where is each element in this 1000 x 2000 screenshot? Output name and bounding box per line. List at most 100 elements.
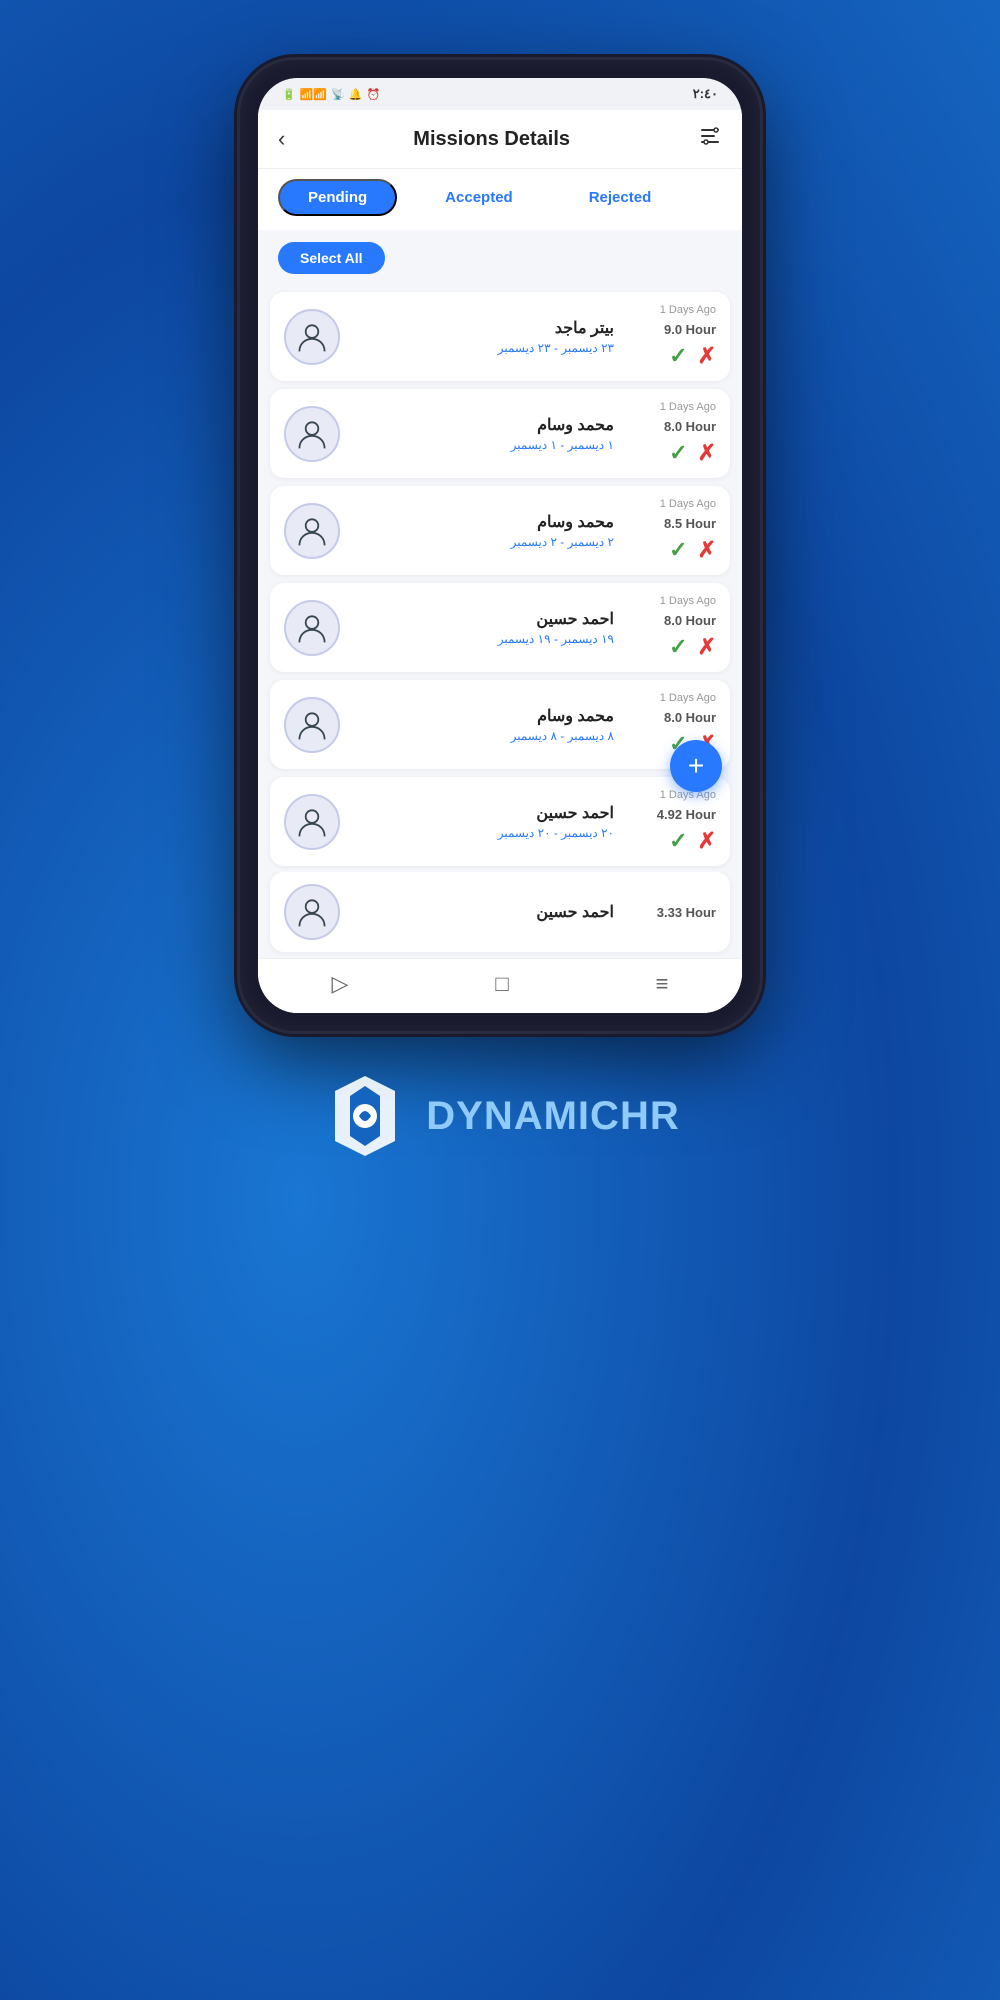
mission-time-ago-2: 1 Days Ago [660, 401, 716, 413]
tab-rejected[interactable]: Rejected [561, 181, 680, 214]
mission-time-ago-1: 1 Days Ago [660, 304, 716, 316]
brand-logo-icon [320, 1071, 410, 1161]
tab-accepted[interactable]: Accepted [417, 181, 541, 214]
mission-actions-1: ✓ ✗ [669, 343, 716, 369]
avatar-1 [284, 309, 340, 365]
bottom-nav: ▷ □ ≡ [258, 958, 742, 1013]
partial-name: احمد حسين [352, 902, 614, 922]
mission-actions-4: ✓ ✗ [669, 634, 716, 660]
avatar-4 [284, 600, 340, 656]
select-all-button[interactable]: Select All [278, 242, 385, 274]
mission-hours-3: 8.5 Hour [664, 516, 716, 531]
partial-card: احمد حسين 3.33 Hour [270, 872, 730, 952]
accept-button-2[interactable]: ✓ [669, 440, 687, 466]
nav-play[interactable]: ▷ [331, 971, 348, 997]
mission-meta-4: 1 Days Ago 8.0 Hour ✓ ✗ [626, 595, 716, 660]
mission-card-5: محمد وسام ٨ ديسمبر - ٨ ديسمبر 1 Days Ago… [270, 680, 730, 769]
phone-frame: 🔋 📶📶 📡 🔔 ⏰ ٢:٤٠ ‹ Missions Details [240, 60, 760, 1031]
avatar-5 [284, 697, 340, 753]
partial-meta: 3.33 Hour [626, 905, 716, 920]
tab-pending[interactable]: Pending [278, 179, 397, 216]
mission-name-4: احمد حسين [352, 609, 614, 629]
mission-time-ago-3: 1 Days Ago [660, 498, 716, 510]
mission-info-4: احمد حسين ١٩ ديسمبر - ١٩ ديسمبر [352, 609, 614, 646]
mission-hours-5: 8.0 Hour [664, 710, 716, 725]
page-title: Missions Details [413, 128, 570, 151]
select-all-section: Select All [258, 230, 742, 286]
mission-meta-6: 1 Days Ago 4.92 Hour ✓ ✗ [626, 789, 716, 854]
mission-date-4: ١٩ ديسمبر - ١٩ ديسمبر [352, 632, 614, 646]
mission-hours-2: 8.0 Hour [664, 419, 716, 434]
mission-card-4: احمد حسين ١٩ ديسمبر - ١٩ ديسمبر 1 Days A… [270, 583, 730, 672]
accept-button-3[interactable]: ✓ [669, 537, 687, 563]
nav-menu[interactable]: ≡ [656, 971, 669, 997]
partial-info: احمد حسين [352, 902, 614, 922]
phone-screen: 🔋 📶📶 📡 🔔 ⏰ ٢:٤٠ ‹ Missions Details [258, 78, 742, 1013]
mission-info-6: احمد حسين ٢٠ ديسمبر - ٢٠ ديسمبر [352, 803, 614, 840]
mission-name-6: احمد حسين [352, 803, 614, 823]
reject-button-3[interactable]: ✗ [698, 537, 716, 563]
missions-list-container: بيتر ماجد ٢٣ ديسمبر - ٢٣ ديسمبر 1 Days A… [258, 286, 742, 872]
phone-wrapper: 🔋 📶📶 📡 🔔 ⏰ ٢:٤٠ ‹ Missions Details [240, 60, 760, 1031]
mission-time-ago-4: 1 Days Ago [660, 595, 716, 607]
mission-actions-6: ✓ ✗ [669, 828, 716, 854]
notification-icon: 🔔 [349, 88, 363, 101]
battery-icon: 🔋 [282, 88, 296, 101]
avatar-2 [284, 406, 340, 462]
mission-card-3: محمد وسام ٢ ديسمبر - ٢ ديسمبر 1 Days Ago… [270, 486, 730, 575]
wifi-icon: 📡 [331, 88, 345, 101]
header: ‹ Missions Details [258, 110, 742, 169]
mission-name-3: محمد وسام [352, 512, 614, 532]
mission-date-1: ٢٣ ديسمبر - ٢٣ ديسمبر [352, 341, 614, 355]
partial-list: احمد حسين 3.33 Hour [258, 872, 742, 958]
reject-button-4[interactable]: ✗ [698, 634, 716, 660]
mission-date-5: ٨ ديسمبر - ٨ ديسمبر [352, 729, 614, 743]
signal-icon: 📶📶 [300, 88, 327, 101]
accept-button-1[interactable]: ✓ [669, 343, 687, 369]
mission-info-1: بيتر ماجد ٢٣ ديسمبر - ٢٣ ديسمبر [352, 318, 614, 355]
mission-actions-2: ✓ ✗ [669, 440, 716, 466]
mission-date-6: ٢٠ ديسمبر - ٢٠ ديسمبر [352, 826, 614, 840]
mission-hours-1: 9.0 Hour [664, 322, 716, 337]
reject-button-2[interactable]: ✗ [698, 440, 716, 466]
avatar [284, 884, 340, 940]
avatar-6 [284, 794, 340, 850]
mission-time-ago-5: 1 Days Ago [660, 692, 716, 704]
avatar-3 [284, 503, 340, 559]
nav-home[interactable]: □ [495, 971, 508, 997]
tabs-container: Pending Accepted Rejected [258, 169, 742, 230]
mission-info-2: محمد وسام ١ ديسمبر - ١ ديسمبر [352, 415, 614, 452]
mission-card-1: بيتر ماجد ٢٣ ديسمبر - ٢٣ ديسمبر 1 Days A… [270, 292, 730, 381]
mission-name-5: محمد وسام [352, 706, 614, 726]
accept-button-4[interactable]: ✓ [669, 634, 687, 660]
brand-section: DYNAMICHR [320, 1071, 679, 1161]
status-bar: 🔋 📶📶 📡 🔔 ⏰ ٢:٤٠ [258, 78, 742, 110]
mission-info-5: محمد وسام ٨ ديسمبر - ٨ ديسمبر [352, 706, 614, 743]
missions-list: بيتر ماجد ٢٣ ديسمبر - ٢٣ ديسمبر 1 Days A… [258, 286, 742, 872]
mission-date-3: ٢ ديسمبر - ٢ ديسمبر [352, 535, 614, 549]
back-button[interactable]: ‹ [278, 126, 285, 152]
mission-card-2: محمد وسام ١ ديسمبر - ١ ديسمبر 1 Days Ago… [270, 389, 730, 478]
mission-name-1: بيتر ماجد [352, 318, 614, 338]
reject-button-1[interactable]: ✗ [698, 343, 716, 369]
mission-name-2: محمد وسام [352, 415, 614, 435]
alarm-icon: ⏰ [367, 88, 381, 101]
brand-name: DYNAMIC [426, 1094, 620, 1138]
status-left: 🔋 📶📶 📡 🔔 ⏰ [282, 88, 380, 101]
mission-actions-3: ✓ ✗ [669, 537, 716, 563]
accept-button-6[interactable]: ✓ [669, 828, 687, 854]
mission-info-3: محمد وسام ٢ ديسمبر - ٢ ديسمبر [352, 512, 614, 549]
mission-meta-1: 1 Days Ago 9.0 Hour ✓ ✗ [626, 304, 716, 369]
fab-button[interactable]: + [670, 740, 722, 792]
status-time: ٢:٤٠ [693, 86, 718, 102]
app-content: ‹ Missions Details Pending [258, 110, 742, 1013]
mission-meta-3: 1 Days Ago 8.5 Hour ✓ ✗ [626, 498, 716, 563]
mission-card-6: احمد حسين ٢٠ ديسمبر - ٢٠ ديسمبر 1 Days A… [270, 777, 730, 866]
filter-icon[interactable] [698, 124, 722, 154]
brand-text: DYNAMICHR [426, 1094, 679, 1139]
mission-hours-6: 4.92 Hour [657, 807, 716, 822]
mission-hours-4: 8.0 Hour [664, 613, 716, 628]
mission-date-2: ١ ديسمبر - ١ ديسمبر [352, 438, 614, 452]
reject-button-6[interactable]: ✗ [698, 828, 716, 854]
brand-highlight: HR [620, 1094, 680, 1138]
